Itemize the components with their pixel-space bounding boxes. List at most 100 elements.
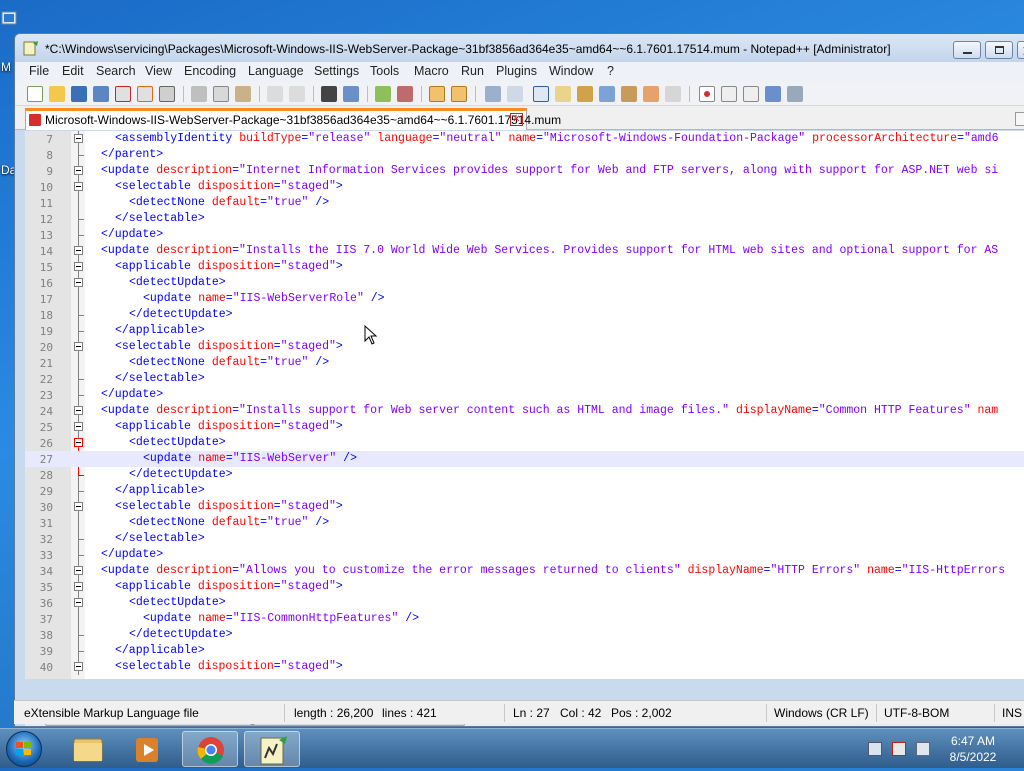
code-line[interactable]: 37 <update name="IIS-CommonHttpFeatures" …	[25, 611, 1024, 627]
code-line[interactable]: 20 <selectable disposition="staged">	[25, 339, 1024, 355]
code-line[interactable]: 21 <detectNone default="true" />	[25, 355, 1024, 371]
code-line[interactable]: 31 <detectNone default="true" />	[25, 515, 1024, 531]
paste-icon[interactable]	[235, 86, 251, 102]
code-line[interactable]: 22 </selectable>	[25, 371, 1024, 387]
stop-macro-icon[interactable]	[721, 86, 737, 102]
menu-search[interactable]: Search	[96, 64, 136, 78]
cut-icon[interactable]	[191, 86, 207, 102]
menu-settings[interactable]: Settings	[314, 64, 359, 78]
new-file-icon[interactable]	[27, 86, 43, 102]
minimize-button[interactable]	[953, 41, 981, 59]
print-icon[interactable]	[159, 86, 175, 102]
code-line[interactable]: 36 <detectUpdate>	[25, 595, 1024, 611]
document-map-icon[interactable]	[577, 86, 593, 102]
run-macro-multiple-icon[interactable]	[765, 86, 781, 102]
code-line[interactable]: 33 </update>	[25, 547, 1024, 563]
menu-plugins[interactable]: Plugins	[496, 64, 537, 78]
menu-run[interactable]: Run	[461, 64, 484, 78]
copy-icon[interactable]	[213, 86, 229, 102]
code-line[interactable]: 26 <detectUpdate>	[25, 435, 1024, 451]
monitoring-icon[interactable]	[665, 86, 681, 102]
menu-file[interactable]: File	[29, 64, 49, 78]
code-line[interactable]: 39 </applicable>	[25, 643, 1024, 659]
code-line[interactable]: 23 </update>	[25, 387, 1024, 403]
code-line[interactable]: 18 </detectUpdate>	[25, 307, 1024, 323]
find-icon[interactable]	[321, 86, 337, 102]
menu-encoding[interactable]: Encoding	[184, 64, 236, 78]
menu-window[interactable]: Window	[549, 64, 593, 78]
tab-scroll-button[interactable]	[1015, 112, 1024, 126]
code-editor[interactable]: 7 <assemblyIdentity buildType = "release" l…	[25, 131, 1024, 679]
status-eol[interactable]: Windows (CR LF)	[774, 706, 869, 720]
code-line[interactable]: 38 </detectUpdate>	[25, 627, 1024, 643]
status-encoding[interactable]: UTF-8-BOM	[884, 706, 949, 720]
code-line[interactable]: 30 <selectable disposition="staged">	[25, 499, 1024, 515]
document-tab[interactable]: Microsoft-Windows-IIS-WebServer-Package~…	[25, 108, 561, 130]
zoom-out-icon[interactable]	[397, 86, 413, 102]
code-line[interactable]: 28 </detectUpdate>	[25, 467, 1024, 483]
record-macro-icon[interactable]	[699, 86, 715, 102]
code-line[interactable]: 16 <detectUpdate>	[25, 275, 1024, 291]
action-center-icon[interactable]	[892, 742, 906, 756]
tab-close-icon[interactable]: ✕	[510, 113, 523, 126]
taskbar-media-player[interactable]	[120, 731, 176, 767]
volume-icon[interactable]	[916, 742, 930, 756]
indent-guide-icon[interactable]	[533, 86, 549, 102]
menu-language[interactable]: Language	[248, 64, 304, 78]
menu-macro[interactable]: Macro	[414, 64, 449, 78]
taskbar-notepadpp[interactable]	[244, 731, 300, 767]
taskbar-explorer[interactable]	[60, 731, 116, 767]
folder-workspace-icon[interactable]	[643, 86, 659, 102]
show-all-characters-icon[interactable]	[507, 86, 523, 102]
code-line[interactable]: 29 </applicable>	[25, 483, 1024, 499]
network-tray-icon[interactable]	[868, 742, 882, 756]
code-line[interactable]: 15 <applicable disposition="staged">	[25, 259, 1024, 275]
taskbar-chrome[interactable]	[182, 731, 238, 767]
code-line[interactable]: 11 <detectNone default="true" />	[25, 195, 1024, 211]
play-macro-icon[interactable]	[743, 86, 759, 102]
close-file-icon[interactable]	[115, 86, 131, 102]
system-clock[interactable]: 6:47 AM 8/5/2022	[930, 733, 1016, 765]
code-line[interactable]: 8 </parent>	[25, 147, 1024, 163]
redo-icon[interactable]	[289, 86, 305, 102]
undo-icon[interactable]	[267, 86, 283, 102]
code-line[interactable]: 13 </update>	[25, 227, 1024, 243]
code-line[interactable]: 32 </selectable>	[25, 531, 1024, 547]
close-button[interactable]	[1017, 41, 1024, 59]
code-line[interactable]: 10 <selectable disposition="staged">	[25, 179, 1024, 195]
title-bar[interactable]: *C:\Windows\servicing\Packages\Microsoft…	[15, 34, 1024, 62]
save-all-icon[interactable]	[93, 86, 109, 102]
document-list-icon[interactable]	[599, 86, 615, 102]
menu-view[interactable]: View	[145, 64, 172, 78]
code-line[interactable]: 9 <update description="Internet Informati…	[25, 163, 1024, 179]
code-line[interactable]: 19 </applicable>	[25, 323, 1024, 339]
code-line[interactable]: 40 <selectable disposition="staged">	[25, 659, 1024, 675]
menu-help[interactable]: ?	[607, 64, 614, 78]
save-macro-icon[interactable]	[787, 86, 803, 102]
close-all-icon[interactable]	[137, 86, 153, 102]
menu-edit[interactable]: Edit	[62, 64, 84, 78]
code-line[interactable]: 24 <update description="Installs support …	[25, 403, 1024, 419]
replace-icon[interactable]	[343, 86, 359, 102]
maximize-button[interactable]	[985, 41, 1013, 59]
desktop-computer-icon[interactable]	[0, 10, 18, 32]
code-line[interactable]: 12 </selectable>	[25, 211, 1024, 227]
code-line[interactable]: 17 <update name="IIS-WebServerRole" />	[25, 291, 1024, 307]
word-wrap-icon[interactable]	[485, 86, 501, 102]
code-line[interactable]: 27 <update name="IIS-WebServer" />	[25, 451, 1024, 467]
menu-tools[interactable]: Tools	[370, 64, 399, 78]
sync-vertical-icon[interactable]	[429, 86, 445, 102]
language-icon[interactable]	[555, 86, 571, 102]
desktop-label-1[interactable]: M	[1, 60, 11, 74]
save-icon[interactable]	[71, 86, 87, 102]
code-line[interactable]: 25 <applicable disposition="staged">	[25, 419, 1024, 435]
code-line[interactable]: 7 <assemblyIdentity buildType = "release" l…	[25, 131, 1024, 147]
function-list-icon[interactable]	[621, 86, 637, 102]
start-button[interactable]	[6, 731, 42, 767]
code-line[interactable]: 14 <update description="Installs the IIS …	[25, 243, 1024, 259]
zoom-in-icon[interactable]	[375, 86, 391, 102]
sync-horizontal-icon[interactable]	[451, 86, 467, 102]
open-file-icon[interactable]	[49, 86, 65, 102]
code-line[interactable]: 34 <update description="Allows you to cus…	[25, 563, 1024, 579]
code-line[interactable]: 35 <applicable disposition="staged">	[25, 579, 1024, 595]
